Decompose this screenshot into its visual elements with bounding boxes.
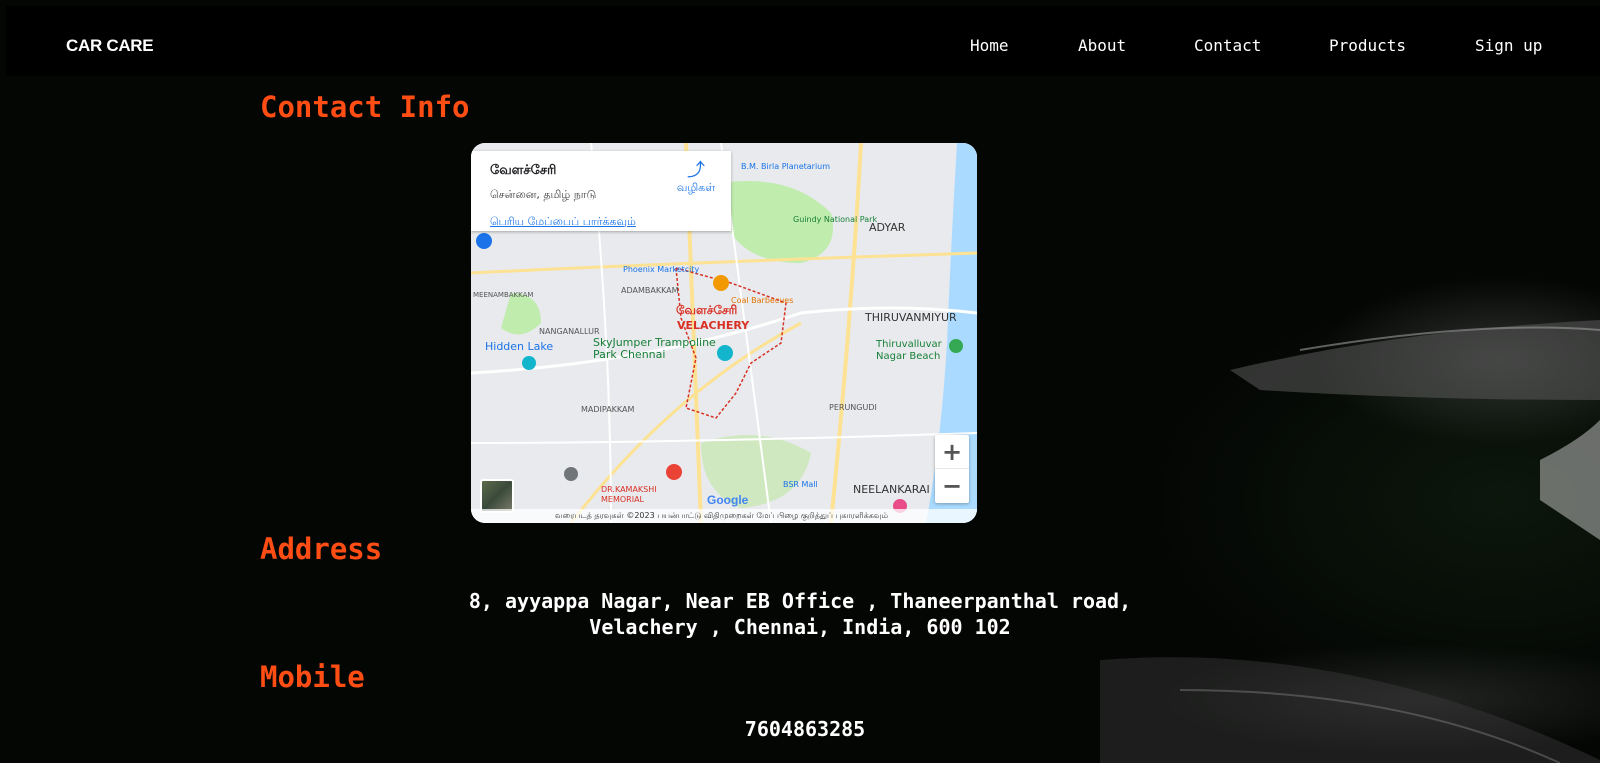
map-label-adyar: ADYAR	[869, 221, 906, 234]
address-text: 8, ayyappa Nagar, Near EB Office , Thane…	[450, 588, 1150, 640]
map-label-perungudi: PERUNGUDI	[829, 403, 877, 412]
mobile-heading: Mobile	[260, 660, 365, 694]
map-label-velachery-ta: வேளச்சேரி	[676, 303, 738, 317]
map-place-title: வேளச்சேரி	[490, 163, 557, 178]
map-label-nanganallur: NANGANALLUR	[539, 327, 600, 336]
contact-info-heading: Contact Info	[260, 90, 470, 124]
zoom-in-button[interactable]: +	[935, 435, 969, 469]
address-line-1: 8, ayyappa Nagar, Near EB Office , Thane…	[468, 589, 1132, 613]
nav-contact[interactable]: Contact	[1194, 36, 1261, 55]
map-label-skyjumper: SkyJumper Trampoline Park Chennai	[593, 336, 716, 361]
map-place-card: வேளச்சேரி சென்னை, தமிழ் நாடு பெரிய மேப்ப…	[471, 151, 731, 231]
map-zoom-controls: + −	[935, 435, 969, 503]
map-label-thiruvanmiyur: THIRUVANMIYUR	[865, 311, 957, 324]
map-label-velachery-en: VELACHERY	[677, 319, 750, 332]
map-label-coal: Coal Barbecues	[731, 296, 794, 305]
map-label-meenambakkam: MEENAMBAKKAM	[473, 291, 534, 299]
nav-signup[interactable]: Sign up	[1475, 36, 1542, 55]
map-label-hidden-lake: Hidden Lake	[485, 340, 554, 353]
zoom-out-button[interactable]: −	[935, 469, 969, 503]
nav-home[interactable]: Home	[970, 36, 1009, 55]
view-larger-map-link[interactable]: பெரிய மேப்பைப் பார்க்கவும்	[490, 215, 636, 230]
map-place-subtitle: சென்னை, தமிழ் நாடு	[490, 188, 597, 201]
map-label-neelankarai: NEELANKARAI	[853, 483, 930, 496]
nav-about[interactable]: About	[1078, 36, 1126, 55]
directions-button[interactable]: ⤴ வழிகள்	[671, 161, 721, 196]
map-layer-toggle[interactable]	[480, 479, 514, 513]
embedded-map[interactable]: வேளச்சேரி VELACHERY Guindy National Park…	[471, 143, 977, 523]
map-label-phoenix: Phoenix Marketcity	[623, 265, 700, 274]
map-label-adambakkam: ADAMBAKKAM	[621, 286, 679, 295]
map-label-kamakshi: DR.KAMAKSHI MEMORIAL	[601, 485, 657, 504]
google-logo: Google	[707, 493, 749, 507]
map-footer[interactable]: வரைபடத் தரவுகள் ©2023 பயன்பாட்டு விதிமுற…	[471, 509, 977, 523]
brand-logo[interactable]: CAR CARE	[66, 36, 154, 56]
top-navbar: CAR CARE Home About Contact Products Sig…	[6, 6, 1600, 76]
map-label-birla: B.M. Birla Planetarium	[741, 162, 831, 171]
nav-products[interactable]: Products	[1329, 36, 1406, 55]
mobile-number: 7604863285	[744, 717, 866, 741]
map-label-guindy: Guindy National Park	[793, 215, 878, 224]
directions-label: வழிகள்	[676, 181, 716, 194]
directions-icon: ⤴	[687, 160, 705, 181]
address-heading: Address	[260, 532, 383, 566]
map-label-madipakkam: MADIPAKKAM	[581, 405, 635, 414]
map-label-thiruvalluvar: Thiruvalluvar Nagar Beach	[876, 339, 942, 362]
map-label-bsr: BSR Mall	[783, 480, 818, 489]
address-line-2: Velachery , Chennai, India, 600 102	[589, 615, 1011, 639]
